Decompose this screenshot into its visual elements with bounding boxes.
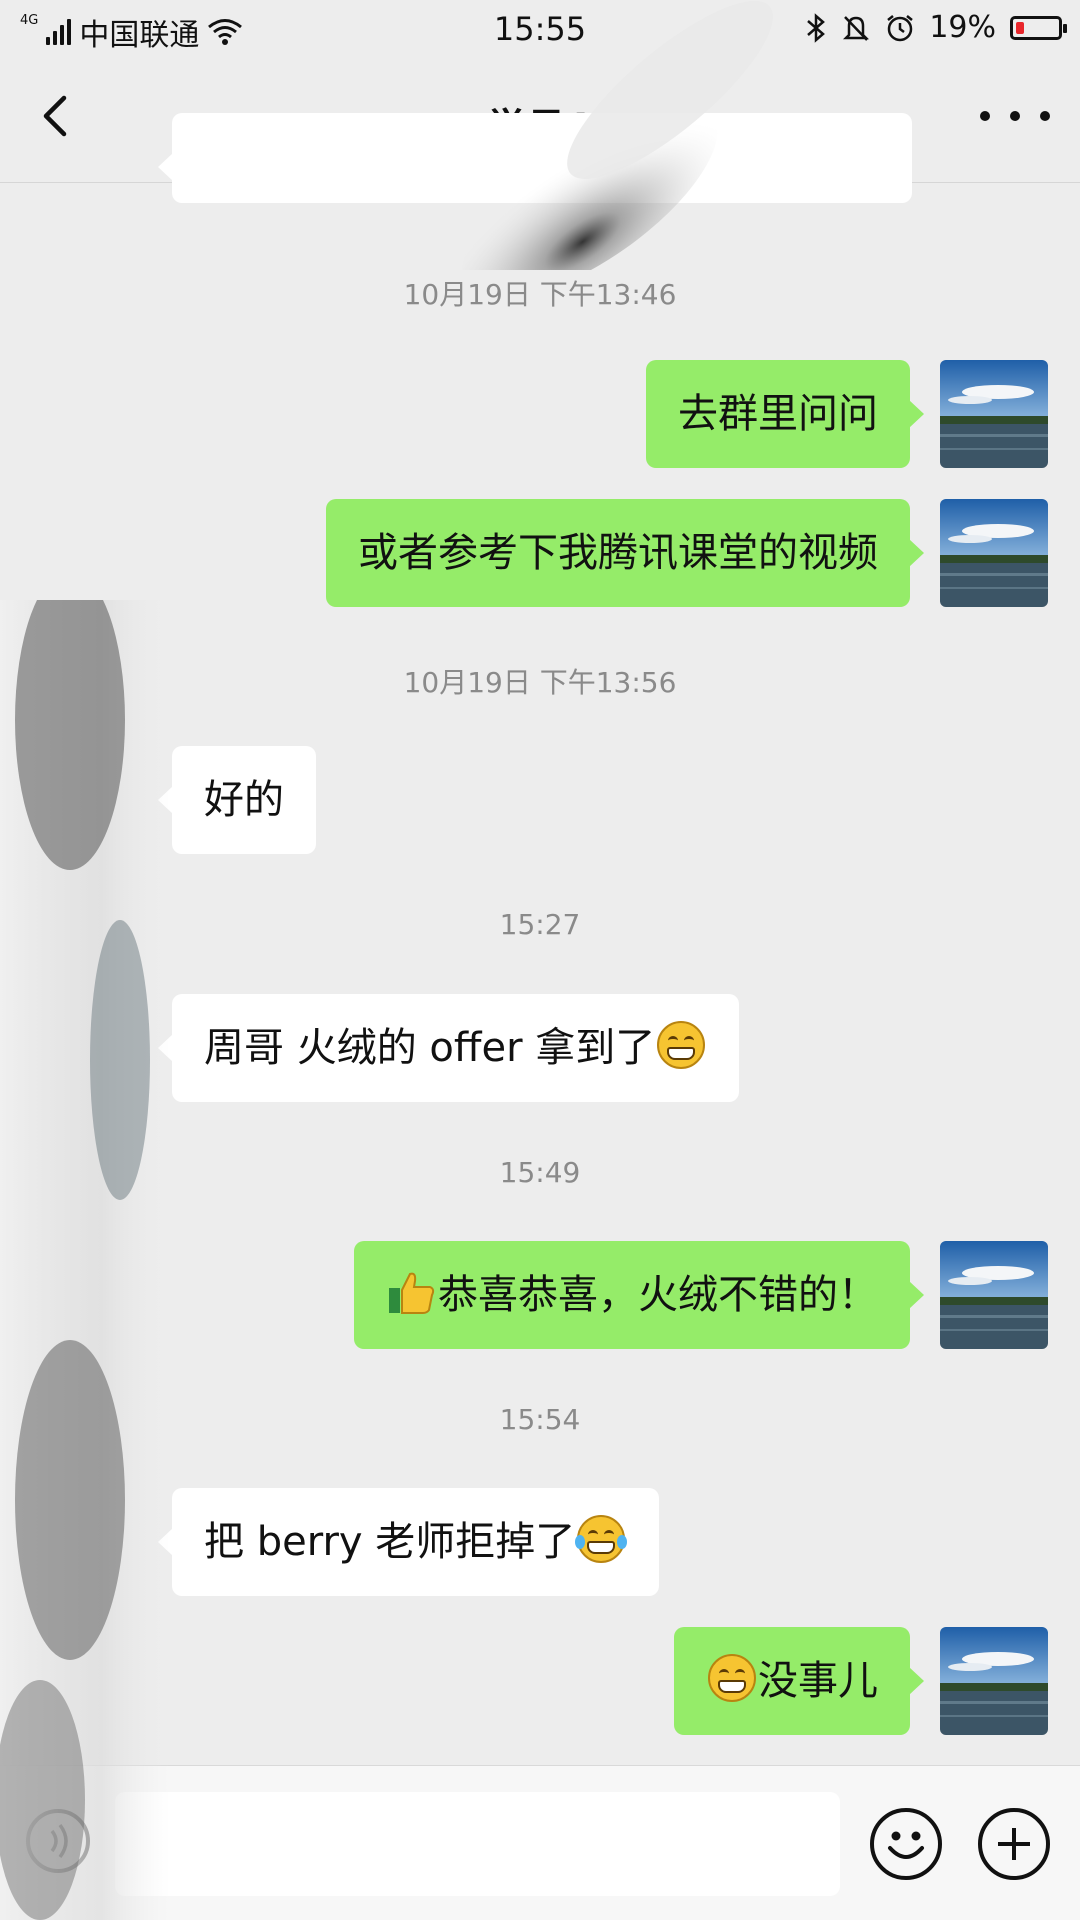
avatar[interactable] <box>940 499 1048 607</box>
battery-level <box>1016 21 1024 34</box>
avatar[interactable] <box>940 360 1048 468</box>
avatar[interactable] <box>940 1241 1048 1349</box>
message-text: 恭喜恭喜，火绒不错的！ <box>438 1272 878 1318</box>
emoji-button[interactable] <box>870 1808 942 1880</box>
grin-emoji-icon <box>708 1654 756 1702</box>
emoji-icon <box>888 1831 924 1859</box>
message-bubble-incoming[interactable]: 周哥 火绒的 offer 拿到了 <box>157 994 740 1102</box>
mute-bell-icon <box>843 15 870 41</box>
bluetooth-icon <box>807 12 826 43</box>
message-bubble-outgoing[interactable]: 没事儿 <box>674 1627 924 1735</box>
chat-screen: 4G 中国联通 15:55 19% 10月19日 下午13:46 去群里问问 或… <box>0 0 1080 1920</box>
timestamp: 10月19日 下午13:46 <box>403 278 677 311</box>
battery-icon <box>1010 15 1067 40</box>
voice-icon <box>50 1823 68 1859</box>
message-input[interactable] <box>115 1792 840 1896</box>
alarm-icon <box>887 14 914 41</box>
timestamp: 10月19日 下午13:56 <box>403 666 677 699</box>
message-bubble-outgoing[interactable]: 或者参考下我腾讯课堂的视频 <box>326 499 924 607</box>
status-bar: 4G 中国联通 15:55 19% <box>0 0 1080 56</box>
message-bubble-partial <box>158 113 912 203</box>
laughing-tears-emoji-icon <box>575 1515 628 1563</box>
message-text: 周哥 火绒的 offer 拿到了 <box>204 1025 656 1071</box>
input-bar <box>0 1765 1080 1920</box>
battery-percent: 19% <box>929 10 996 45</box>
message-text: 把 berry 老师拒掉了 <box>204 1519 576 1565</box>
voice-button[interactable] <box>26 1809 90 1873</box>
message-bubble-incoming[interactable]: 把 berry 老师拒掉了 <box>157 1488 660 1596</box>
avatar[interactable] <box>940 1627 1048 1735</box>
more-dots-icon <box>980 111 990 121</box>
message-bubble-outgoing[interactable]: 去群里问问 <box>646 360 924 468</box>
more-button[interactable] <box>980 96 1050 136</box>
timestamp: 15:27 <box>499 908 581 941</box>
grin-emoji-icon <box>657 1021 706 1069</box>
thumbs-up-icon <box>389 1272 435 1314</box>
plus-button[interactable] <box>978 1808 1050 1880</box>
message-list[interactable]: 10月19日 下午13:46 去群里问问 或者参考下我腾讯课堂的视频 10月19… <box>0 113 1080 1763</box>
message-bubble-incoming[interactable]: 好的 <box>158 746 316 854</box>
timestamp: 15:54 <box>499 1403 581 1436</box>
timestamp: 15:49 <box>499 1156 581 1189</box>
message-text: 没事儿 <box>758 1658 878 1704</box>
message-bubble-outgoing[interactable]: 恭喜恭喜，火绒不错的！ <box>354 1241 924 1349</box>
